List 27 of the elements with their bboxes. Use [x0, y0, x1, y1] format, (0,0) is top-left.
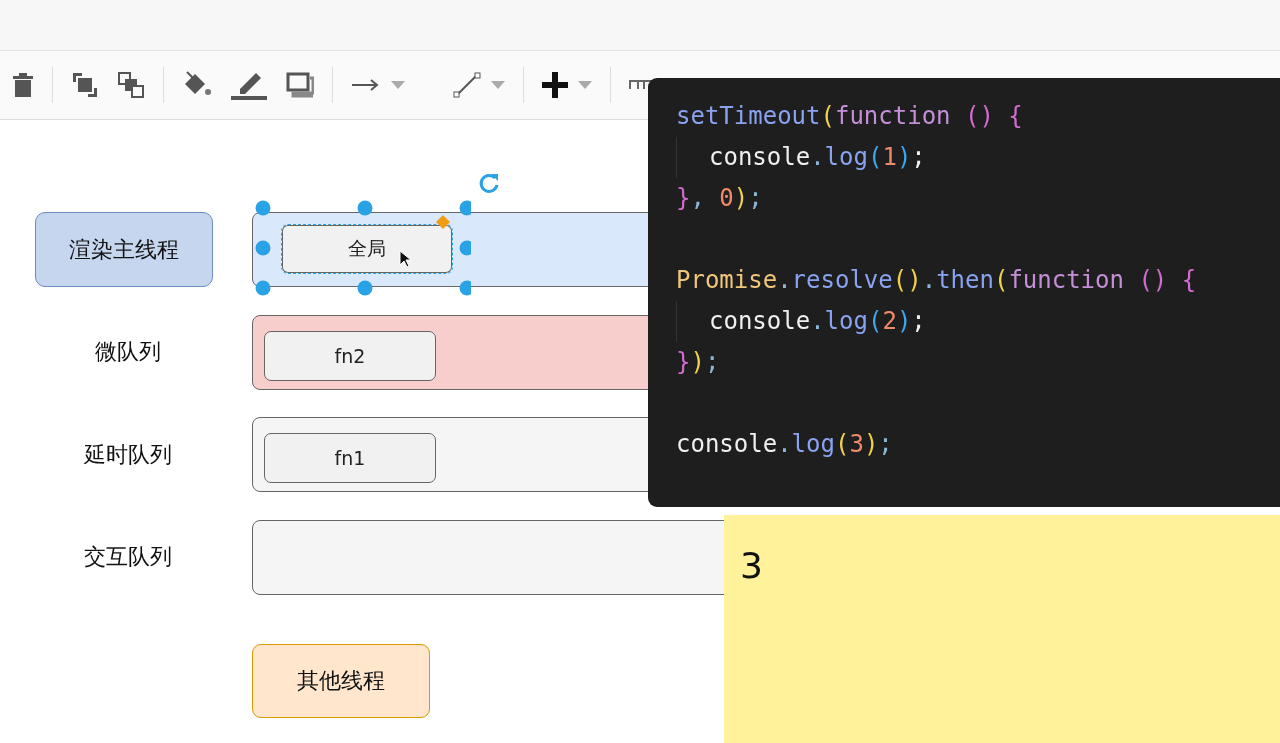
arrow-icon[interactable]: [351, 77, 381, 93]
thread-node: 其他线程: [252, 644, 430, 718]
note-text: 3: [740, 545, 763, 586]
code-line: Promise.resolve().then(function () {: [676, 265, 1198, 296]
delete-icon[interactable]: [12, 72, 34, 98]
code-line: console.log(2);: [676, 301, 1280, 342]
to-front-icon[interactable]: [71, 71, 99, 99]
task-node: fn2: [264, 330, 436, 381]
queue-label: 交互队列: [83, 543, 173, 571]
plus-icon[interactable]: [542, 72, 568, 98]
cursor-icon: [399, 250, 411, 268]
code-line: console.log(3);: [676, 429, 894, 460]
code-line: });: [676, 347, 721, 378]
to-back-icon[interactable]: [117, 71, 145, 99]
rotate-handle-icon[interactable]: [478, 172, 500, 194]
code-line: setTimeout(function () {: [676, 101, 1024, 132]
waypoint-line-icon[interactable]: [453, 71, 481, 99]
diamond-handle-icon[interactable]: [436, 215, 450, 229]
shadow-icon[interactable]: [286, 72, 314, 98]
code-line: console.log(1);: [676, 137, 1280, 178]
task-node: fn1: [264, 433, 436, 483]
queue-label: 延时队列: [83, 440, 173, 469]
selection-handles[interactable]: [255, 200, 471, 296]
task-node: 全局: [281, 224, 453, 274]
thread-node: 渲染主线程: [35, 212, 213, 287]
queue-label: 微队列: [94, 338, 162, 366]
code-line: }, 0);: [676, 183, 764, 214]
